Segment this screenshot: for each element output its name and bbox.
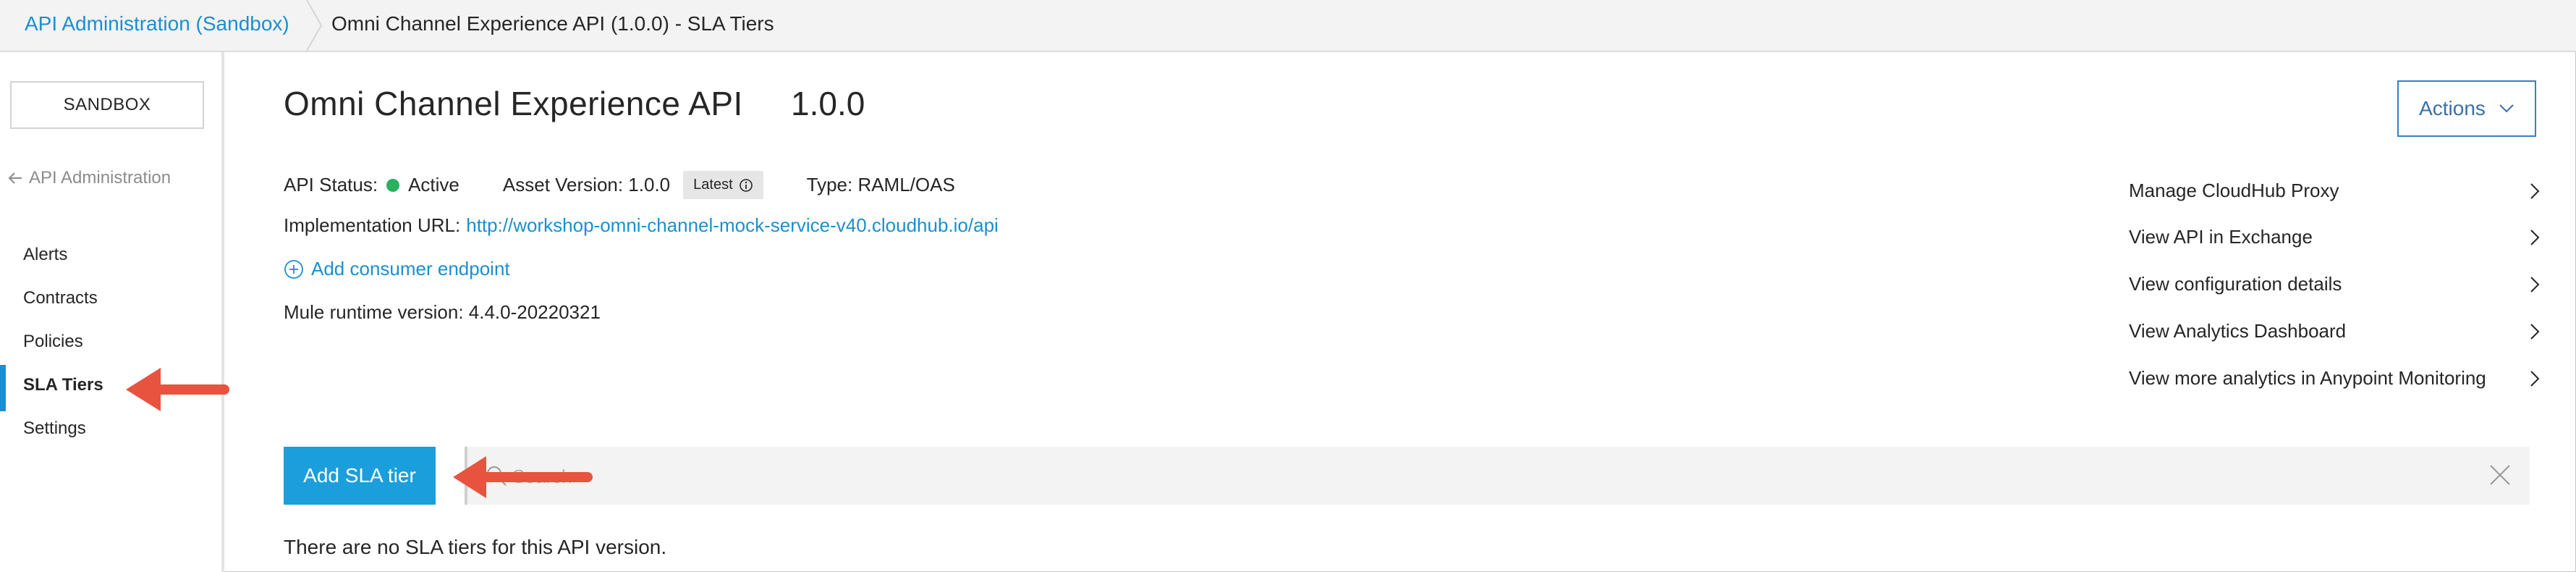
breadcrumb-parent-link[interactable]: API Administration (Sandbox): [25, 12, 289, 35]
arrow-left-icon: [8, 172, 22, 184]
status-value: Active: [408, 174, 459, 195]
side-link-label: View Analytics Dashboard: [2129, 320, 2347, 342]
status-active-icon: [386, 178, 400, 192]
annotation-arrow-icon: [126, 368, 229, 411]
implementation-url-row: Implementation URL: http://workshop-omni…: [284, 214, 999, 237]
manage-cloudhub-proxy-link[interactable]: Manage CloudHub Proxy: [2129, 180, 2540, 202]
back-label: API Administration: [29, 168, 171, 188]
api-info-row: API Status: Active Asset Version: 1.0.0 …: [284, 171, 955, 199]
annotation-arrow-icon: [453, 456, 593, 498]
chevron-down-icon: [2499, 104, 2514, 113]
side-link-label: View configuration details: [2129, 273, 2342, 295]
add-endpoint-label: Add consumer endpoint: [311, 258, 510, 279]
add-sla-tier-button[interactable]: Add SLA tier: [284, 447, 436, 505]
search-input[interactable]: [511, 461, 2467, 492]
environment-button[interactable]: SANDBOX: [10, 81, 204, 129]
sidebar-item-alerts[interactable]: Alerts: [23, 245, 67, 265]
view-anypoint-monitoring-link[interactable]: View more analytics in Anypoint Monitori…: [2129, 367, 2540, 390]
add-consumer-endpoint-row: Add consumer endpoint: [284, 258, 510, 280]
sidebar: SANDBOX API Administration Alerts Contra…: [0, 52, 224, 572]
empty-state-message: There are no SLA tiers for this API vers…: [284, 536, 667, 558]
page-title: Omni Channel Experience API: [284, 85, 743, 122]
chevron-right-icon: [2530, 183, 2540, 199]
actions-button[interactable]: Actions: [2397, 80, 2536, 137]
asset-version: Asset Version: 1.0.0: [502, 174, 671, 195]
breadcrumb-current: Omni Channel Experience API (1.0.0) - SL…: [331, 12, 774, 35]
status-label: API Status:: [284, 174, 378, 195]
actions-label: Actions: [2419, 97, 2486, 119]
back-to-api-administration-link[interactable]: API Administration: [7, 168, 171, 188]
breadcrumb: API Administration (Sandbox) Omni Channe…: [0, 0, 2576, 52]
chevron-right-icon: [2530, 371, 2540, 387]
api-version: 1.0.0: [791, 85, 865, 122]
side-link-label: Manage CloudHub Proxy: [2129, 180, 2339, 201]
latest-badge-label: Latest: [693, 177, 733, 193]
api-type: Type: RAML/OAS: [806, 174, 955, 195]
view-configuration-details-link[interactable]: View configuration details: [2129, 273, 2540, 295]
view-api-in-exchange-link[interactable]: View API in Exchange: [2129, 226, 2540, 248]
sidebar-item-contracts[interactable]: Contracts: [23, 288, 98, 308]
sidebar-item-sla-tiers[interactable]: SLA Tiers: [23, 375, 103, 395]
sidebar-item-settings[interactable]: Settings: [23, 419, 86, 439]
side-link-label: View API in Exchange: [2129, 226, 2313, 248]
plus-circle-icon: [284, 259, 303, 279]
sidebar-item-policies[interactable]: Policies: [23, 332, 83, 352]
breadcrumb-separator-icon: [306, 0, 323, 51]
search-bar: [465, 447, 2530, 505]
view-analytics-dashboard-link[interactable]: View Analytics Dashboard: [2129, 320, 2540, 342]
implementation-url-link[interactable]: http://workshop-omni-channel-mock-servic…: [466, 214, 999, 237]
add-consumer-endpoint-link[interactable]: Add consumer endpoint: [284, 258, 510, 280]
info-icon[interactable]: [739, 178, 753, 193]
latest-badge: Latest: [683, 171, 763, 199]
chevron-right-icon: [2530, 277, 2540, 293]
close-icon[interactable]: [2488, 463, 2512, 487]
impl-url-label: Implementation URL:: [284, 214, 461, 236]
side-link-label: View more analytics in Anypoint Monitori…: [2129, 367, 2486, 389]
chevron-right-icon: [2530, 324, 2540, 340]
runtime-version: Mule runtime version: 4.4.0-20220321: [284, 301, 601, 323]
chevron-right-icon: [2530, 230, 2540, 245]
active-indicator: [0, 365, 6, 411]
